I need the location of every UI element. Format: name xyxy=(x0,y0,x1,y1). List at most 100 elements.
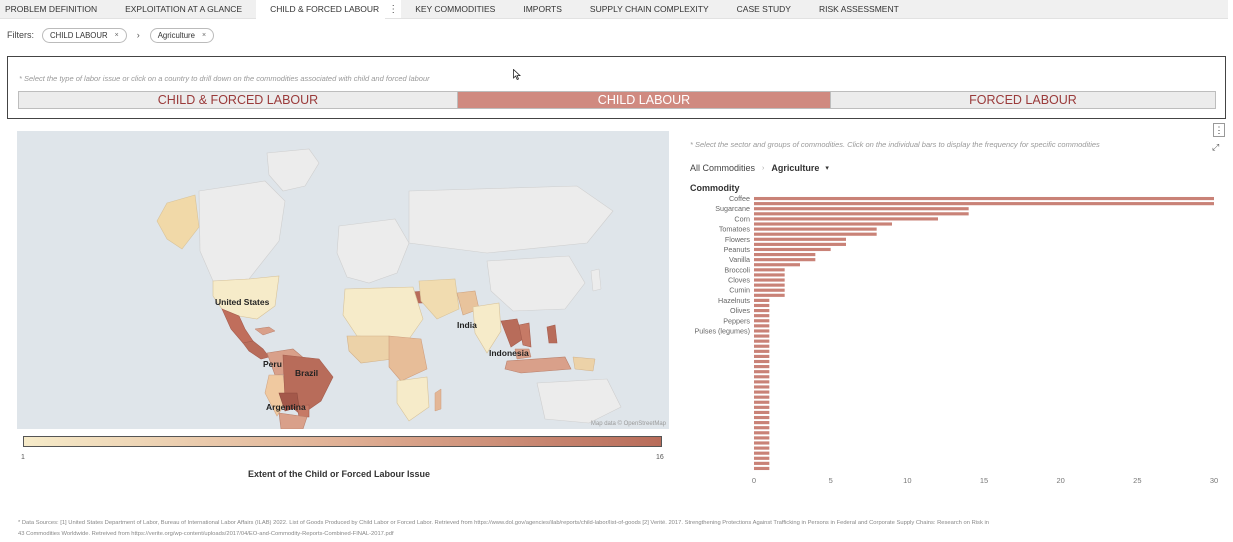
commodity-bar[interactable] xyxy=(754,293,785,297)
commodity-bar[interactable] xyxy=(754,329,770,333)
commodity-bar[interactable] xyxy=(754,354,770,358)
commodity-bar[interactable] xyxy=(754,446,770,450)
commodity-bar[interactable] xyxy=(754,451,770,455)
commodity-bar[interactable] xyxy=(754,400,770,404)
commodity-bar[interactable] xyxy=(754,278,785,282)
commodity-label[interactable]: Flowers xyxy=(725,235,751,244)
commodity-bar[interactable] xyxy=(754,456,770,460)
map-attribution[interactable]: Map data © OpenStreetMap xyxy=(591,421,666,427)
commodity-bar[interactable] xyxy=(754,222,892,226)
commodity-label[interactable]: Tomatoes xyxy=(719,225,751,234)
tab-risk-assessment[interactable]: RISK ASSESSMENT xyxy=(805,0,913,19)
tab-problem-definition[interactable]: PROBLEM DEFINITION xyxy=(0,0,111,19)
commodity-label[interactable]: Corn xyxy=(734,214,750,223)
legend-max-value: 16 xyxy=(656,454,664,461)
commodity-label[interactable]: Coffee xyxy=(729,194,750,203)
map-region-central-africa xyxy=(388,335,428,382)
commodity-bar[interactable] xyxy=(754,410,770,415)
commodity-label[interactable]: Peanuts xyxy=(724,245,751,254)
commodity-bar[interactable] xyxy=(754,441,770,445)
expand-icon[interactable]: ⤢ xyxy=(1212,142,1219,153)
commodity-bar-chart[interactable]: CoffeeSugarcaneCorn TomatoesFlowersPeanut… xyxy=(680,193,1220,493)
commodity-bar[interactable] xyxy=(754,217,938,221)
commodity-bar[interactable] xyxy=(754,421,770,425)
commodity-bar[interactable] xyxy=(754,426,770,430)
map-label-brazil: Brazil xyxy=(295,368,319,378)
tab-imports[interactable]: IMPORTS xyxy=(509,0,576,19)
chevron-right-icon: › xyxy=(762,164,765,172)
x-axis-tick-label: 30 xyxy=(1210,476,1218,485)
commodity-bar[interactable] xyxy=(754,405,770,409)
caret-down-icon[interactable]: ▾ xyxy=(825,164,829,172)
commodity-bar[interactable] xyxy=(754,395,770,399)
tab-key-commodities[interactable]: KEY COMMODITIES xyxy=(401,0,509,19)
commodity-bar[interactable] xyxy=(754,319,770,323)
commodity-bar[interactable] xyxy=(754,252,816,257)
tab-more-icon[interactable]: ⋮ xyxy=(385,0,402,18)
commodity-bar[interactable] xyxy=(754,431,770,435)
more-options-icon[interactable]: ⋮ xyxy=(1213,123,1225,137)
commodity-bar[interactable] xyxy=(754,380,770,384)
commodity-bar[interactable] xyxy=(754,339,770,343)
commodity-bar[interactable] xyxy=(754,263,800,267)
close-icon[interactable]: × xyxy=(202,29,206,42)
commodity-bar[interactable] xyxy=(754,375,770,379)
commodity-bar[interactable] xyxy=(754,227,877,231)
commodity-bar[interactable] xyxy=(754,309,770,313)
x-axis-tick-label: 0 xyxy=(752,476,756,485)
commodity-label[interactable]: Hazelnuts xyxy=(718,296,750,305)
commodity-bar[interactable] xyxy=(754,365,770,369)
breadcrumb-all-commodities[interactable]: All Commodities xyxy=(690,163,755,173)
commodity-bar[interactable] xyxy=(754,324,770,328)
commodity-bar[interactable] xyxy=(754,258,816,262)
commodity-bar[interactable] xyxy=(754,202,1214,206)
commodity-bar[interactable] xyxy=(754,196,1214,201)
commodity-bar[interactable] xyxy=(754,349,770,353)
commodity-bar[interactable] xyxy=(754,283,785,287)
commodity-bar[interactable] xyxy=(754,344,770,348)
child-forced-labour-button[interactable]: CHILD & FORCED LABOUR xyxy=(19,92,458,108)
commodity-bar[interactable] xyxy=(754,370,770,374)
commodity-bar[interactable] xyxy=(754,385,770,389)
commodity-bar[interactable] xyxy=(754,436,770,440)
commodity-label[interactable]: Sugarcane xyxy=(715,204,750,213)
commodity-bar[interactable] xyxy=(754,207,969,211)
breadcrumb-agriculture[interactable]: Agriculture xyxy=(771,163,819,173)
tab-child-forced-labour[interactable]: CHILD & FORCED LABOUR xyxy=(256,0,386,19)
commodity-bar[interactable] xyxy=(754,466,770,471)
commodity-label[interactable]: Peppers xyxy=(723,316,750,325)
filter-chip-agriculture[interactable]: Agriculture × xyxy=(149,27,215,43)
tab-supply-chain-complexity[interactable]: SUPPLY CHAIN COMPLEXITY xyxy=(576,0,723,19)
commodity-bar[interactable] xyxy=(754,303,770,308)
map-label-argentina: Argentina xyxy=(266,402,306,412)
world-map-svg xyxy=(156,148,622,429)
commodity-label[interactable]: Pulses (legumes) xyxy=(694,326,750,335)
commodity-bar[interactable] xyxy=(754,288,785,292)
commodity-bar[interactable] xyxy=(754,242,846,246)
commodity-bar[interactable] xyxy=(754,390,770,394)
commodity-label[interactable]: Cumin xyxy=(729,286,750,295)
commodity-bar[interactable] xyxy=(754,237,846,241)
forced-labour-button[interactable]: FORCED LABOUR xyxy=(830,92,1215,108)
commodity-bar[interactable] xyxy=(754,415,770,420)
close-icon[interactable]: × xyxy=(115,29,119,42)
tab-case-study[interactable]: CASE STUDY xyxy=(723,0,805,19)
commodity-bar[interactable] xyxy=(754,298,770,302)
commodity-label[interactable]: Olives xyxy=(730,306,750,315)
commodity-label[interactable]: Cloves xyxy=(728,276,750,285)
commodity-bar[interactable] xyxy=(754,232,877,236)
filter-chip-child-labour[interactable]: CHILD LABOUR × xyxy=(42,27,127,43)
commodity-bar[interactable] xyxy=(754,334,770,338)
child-labour-button[interactable]: CHILD LABOUR xyxy=(458,92,830,108)
commodity-bar[interactable] xyxy=(754,461,770,465)
commodity-bar[interactable] xyxy=(754,273,785,277)
commodity-label[interactable]: Broccoli xyxy=(724,265,750,274)
commodity-label[interactable]: Vanilla xyxy=(729,255,750,264)
commodity-bar[interactable] xyxy=(754,359,770,364)
tab-exploitation-at-a-glance[interactable]: EXPLOITATION AT A GLANCE xyxy=(111,0,256,19)
commodity-bar[interactable] xyxy=(754,212,969,216)
world-map[interactable]: United States India Indonesia Peru Brazi… xyxy=(17,131,669,429)
commodity-bar[interactable] xyxy=(754,314,770,318)
commodity-bar[interactable] xyxy=(754,247,831,252)
commodity-bar[interactable] xyxy=(754,268,785,272)
